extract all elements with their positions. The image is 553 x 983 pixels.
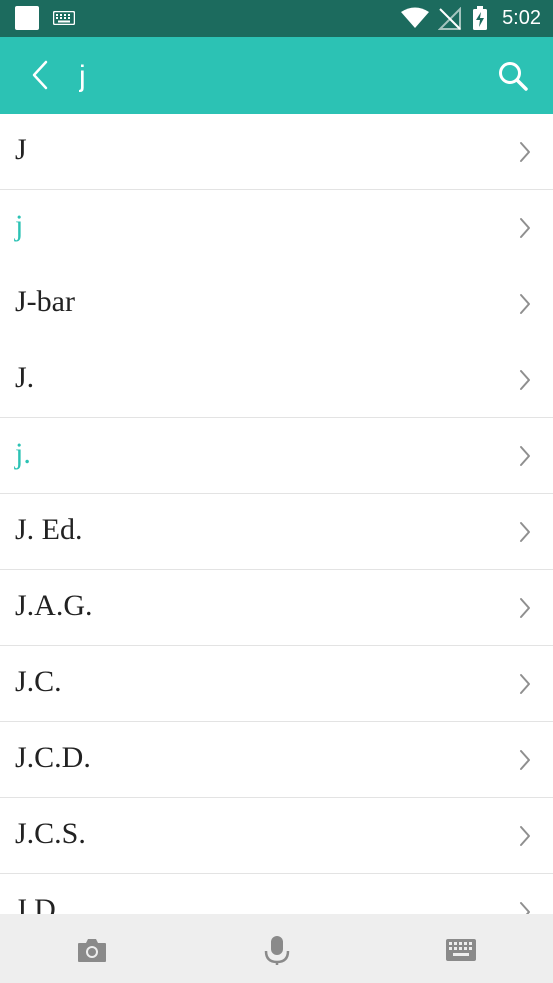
result-row[interactable]: J.A.G. (0, 570, 553, 646)
result-label: J.C.D. (15, 741, 91, 774)
result-label: J.A.G. (15, 589, 93, 622)
result-row[interactable]: J.C.D. (0, 722, 553, 798)
result-label: j. (15, 437, 31, 470)
battery-charging-icon (473, 6, 487, 30)
keyboard-button[interactable] (443, 932, 479, 968)
result-label: J.C. (15, 665, 62, 698)
result-label: J. Ed. (15, 513, 83, 546)
microphone-icon (264, 936, 290, 965)
wifi-icon (401, 7, 429, 28)
chevron-right-icon (520, 902, 530, 914)
result-label: J.D. (15, 893, 64, 914)
chevron-right-icon (520, 294, 530, 314)
results-list: Jj J-bar J. j. J. Ed. J.A.G. J.C. J.C.D. J.C.S. J… (0, 114, 553, 914)
status-bar: 5:02 (0, 0, 553, 37)
search-toolbar (0, 37, 553, 114)
chevron-right-icon (520, 826, 530, 846)
chevron-right-icon (520, 750, 530, 770)
bottom-toolbar (0, 914, 553, 983)
result-label: J (15, 133, 27, 166)
back-button[interactable] (22, 57, 58, 93)
chevron-right-icon (520, 218, 530, 238)
result-label: j (15, 209, 24, 242)
result-row[interactable]: J.C. (0, 646, 553, 722)
result-row[interactable]: J. (0, 342, 553, 418)
result-label: J.C.S. (15, 817, 86, 850)
result-label: J-bar (15, 285, 75, 318)
chevron-right-icon (520, 370, 530, 390)
chevron-right-icon (520, 522, 530, 542)
camera-icon (78, 939, 106, 962)
result-row[interactable]: J.C.S. (0, 798, 553, 874)
keyboard-icon (446, 939, 476, 961)
keyboard-icon (53, 11, 75, 25)
chevron-right-icon (520, 598, 530, 618)
status-time: 5:02 (502, 7, 541, 29)
microphone-button[interactable] (259, 932, 295, 968)
no-signal-icon (438, 7, 461, 30)
chevron-right-icon (520, 142, 530, 162)
chevron-right-icon (520, 674, 530, 694)
result-row[interactable]: J. Ed. (0, 494, 553, 570)
camera-button[interactable] (74, 932, 110, 968)
chevron-right-icon (520, 446, 530, 466)
result-row[interactable]: j. (0, 418, 553, 494)
result-row[interactable]: J.D. (0, 874, 553, 914)
result-row[interactable]: j (0, 190, 553, 266)
result-row[interactable]: J-bar (0, 266, 553, 342)
search-button[interactable] (493, 56, 533, 96)
search-input[interactable] (77, 53, 461, 101)
notification-square-icon (15, 6, 39, 30)
result-label: J. (15, 361, 35, 394)
search-icon (499, 62, 528, 91)
chevron-left-icon (32, 60, 48, 90)
result-row[interactable]: J (0, 114, 553, 190)
